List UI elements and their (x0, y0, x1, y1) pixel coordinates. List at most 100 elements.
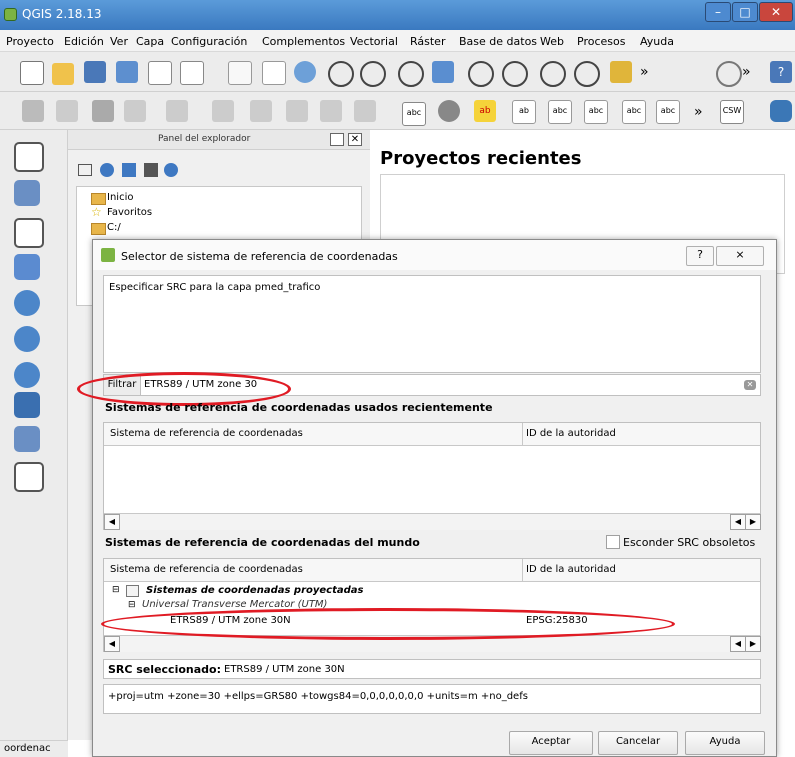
python-console-icon[interactable] (770, 100, 792, 122)
change-label-icon[interactable]: abc (656, 100, 680, 124)
save-edits-icon[interactable] (92, 100, 114, 122)
toggle-editing-icon[interactable] (56, 100, 78, 122)
tree-item-inicio[interactable]: Inicio (107, 192, 133, 203)
add-vector-layer-icon[interactable] (14, 142, 44, 172)
zoom-to-selection-icon[interactable] (468, 61, 494, 87)
current-edits-icon[interactable] (22, 100, 44, 122)
delete-selected-icon[interactable] (250, 100, 272, 122)
zoom-last-icon[interactable] (540, 61, 566, 87)
zoom-in-icon[interactable] (328, 61, 354, 87)
composer-manager-icon[interactable] (180, 61, 204, 85)
new-project-icon[interactable] (20, 61, 44, 85)
menu-capa[interactable]: Capa (136, 35, 164, 48)
csw-icon[interactable]: CSW (720, 100, 744, 124)
menu-configuracion[interactable]: Configuración (171, 35, 247, 48)
move-label-icon[interactable]: abc (584, 100, 608, 124)
pan-to-selection-icon[interactable] (294, 61, 316, 83)
add-feature-icon[interactable] (124, 100, 146, 122)
add-wcs-icon[interactable] (14, 326, 40, 352)
overflow-icon-3[interactable]: » (694, 104, 703, 120)
save-as-icon[interactable] (116, 61, 138, 83)
projected-group[interactable]: Sistemas de coordenadas proyectadas (146, 585, 364, 596)
help-icon[interactable]: ? (770, 61, 792, 83)
label-highlight-icon[interactable]: ab (474, 100, 496, 122)
accept-button[interactable]: Aceptar (509, 731, 593, 755)
scroll-left-icon-right[interactable]: ◀ (730, 514, 746, 530)
filter-icon[interactable] (122, 163, 136, 177)
overflow-icon[interactable]: » (640, 64, 649, 80)
save-project-icon[interactable] (84, 61, 106, 83)
properties-icon[interactable] (164, 163, 178, 177)
new-print-composer-icon[interactable] (148, 61, 172, 85)
pan-map-icon[interactable] (262, 61, 286, 85)
menu-proyecto[interactable]: Proyecto (6, 35, 54, 48)
layer-labeling-icon[interactable] (438, 100, 460, 122)
tree-item-favoritos[interactable]: Favoritos (107, 207, 152, 218)
menu-base-de-datos[interactable]: Base de datos (459, 35, 537, 48)
scroll-left-icon-2[interactable]: ◀ (104, 636, 120, 652)
menu-raster[interactable]: Ráster (410, 35, 445, 48)
recent-crs-table[interactable]: Sistema de referencia de coordenadas ID … (103, 422, 761, 530)
tree-item-c-drive[interactable]: C:/ (107, 222, 121, 233)
new-spatialite-icon[interactable] (14, 426, 40, 452)
zoom-to-layer-icon[interactable] (502, 61, 528, 87)
col-authority-header-2[interactable]: ID de la autoridad (526, 564, 616, 575)
new-map-view-icon[interactable] (610, 61, 632, 83)
add-wms-icon[interactable] (14, 290, 40, 316)
scroll-left-icon-3[interactable]: ◀ (730, 636, 746, 652)
zoom-native-icon[interactable] (398, 61, 424, 87)
help-button[interactable]: Ayuda (685, 731, 765, 755)
menu-procesos[interactable]: Procesos (577, 35, 625, 48)
menu-ver[interactable]: Ver (110, 35, 128, 48)
recent-hscrollbar[interactable]: ◀ ◀ ▶ (104, 513, 761, 530)
maximize-button[interactable]: □ (732, 2, 758, 22)
paste-features-icon[interactable] (354, 100, 376, 122)
collapse-icon-2[interactable]: ⊟ (128, 600, 136, 610)
collapse-icon[interactable]: ⊟ (112, 585, 120, 595)
cancel-button[interactable]: Cancelar (598, 731, 678, 755)
scroll-right-icon-2[interactable]: ▶ (745, 636, 761, 652)
copy-features-icon[interactable] (320, 100, 342, 122)
move-feature-icon[interactable] (166, 100, 188, 122)
new-gpx-icon[interactable] (14, 462, 44, 492)
menu-vectorial[interactable]: Vectorial (350, 35, 398, 48)
refresh-icon[interactable] (100, 163, 114, 177)
add-postgis-icon[interactable] (14, 254, 40, 280)
rotate-label-icon[interactable]: abc (622, 100, 646, 124)
identify-icon[interactable] (716, 61, 742, 87)
col-authority-header[interactable]: ID de la autoridad (526, 428, 616, 439)
add-raster-layer-icon[interactable] (14, 180, 40, 206)
float-panel-icon[interactable] (330, 133, 344, 146)
add-delimited-text-icon[interactable] (14, 218, 44, 248)
open-project-icon[interactable] (52, 63, 74, 85)
node-tool-icon[interactable] (212, 100, 234, 122)
zoom-full-icon[interactable] (432, 61, 454, 83)
touch-zoom-icon[interactable] (228, 61, 252, 85)
overflow-icon-2[interactable]: » (742, 64, 751, 80)
scroll-right-icon[interactable]: ▶ (745, 514, 761, 530)
col-crs-header-2[interactable]: Sistema de referencia de coordenadas (110, 564, 303, 575)
dialog-help-button[interactable]: ? (686, 246, 714, 266)
zoom-out-icon[interactable] (360, 61, 386, 87)
scroll-left-icon[interactable]: ◀ (104, 514, 120, 530)
clear-filter-icon[interactable]: ✕ (744, 380, 756, 390)
label-abc-icon[interactable]: abc (402, 102, 426, 126)
pin-labels-icon[interactable]: ab (512, 100, 536, 124)
show-labels-icon[interactable]: abc (548, 100, 572, 124)
dialog-close-button[interactable]: ⨯ (716, 246, 764, 266)
cut-features-icon[interactable] (286, 100, 308, 122)
menu-ayuda[interactable]: Ayuda (640, 35, 674, 48)
add-wfs-icon[interactable] (14, 362, 40, 388)
hide-obsolete-checkbox[interactable] (606, 535, 620, 549)
menu-web[interactable]: Web (540, 35, 564, 48)
minimize-button[interactable]: – (705, 2, 731, 22)
collapse-all-icon[interactable] (144, 163, 158, 177)
zoom-next-icon[interactable] (574, 61, 600, 87)
close-panel-icon[interactable]: ✕ (348, 133, 362, 146)
new-shapefile-icon[interactable] (14, 392, 40, 418)
menu-edicion[interactable]: Edición (64, 35, 104, 48)
close-window-button[interactable]: ✕ (759, 2, 793, 22)
col-crs-header[interactable]: Sistema de referencia de coordenadas (110, 428, 303, 439)
menu-complementos[interactable]: Complementos (262, 35, 345, 48)
add-selected-layers-icon[interactable] (78, 164, 92, 176)
